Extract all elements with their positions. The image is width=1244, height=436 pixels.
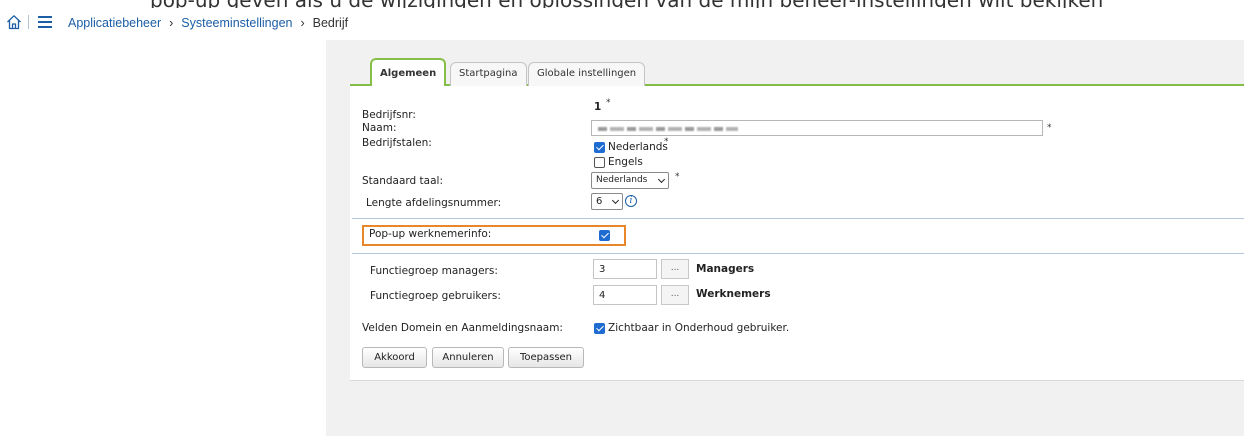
button-label: Akkoord bbox=[374, 352, 415, 363]
managers-group-label: Functiegroep managers: bbox=[370, 265, 498, 277]
apply-button[interactable]: Toepassen bbox=[508, 347, 584, 368]
cropped-header-strip: pop-up geven als u de wijzigingen en opl… bbox=[0, 0, 1244, 8]
company-languages-label: Bedrijfstalen: bbox=[362, 137, 432, 149]
toolbar-divider bbox=[28, 15, 29, 29]
home-icon[interactable] bbox=[6, 14, 22, 30]
popup-employee-info-checkbox[interactable] bbox=[599, 230, 610, 241]
default-language-select[interactable]: Nederlands bbox=[591, 172, 669, 189]
cancel-button[interactable]: Annuleren bbox=[432, 347, 504, 368]
select-value: Nederlands bbox=[596, 175, 648, 185]
users-group-name: Werknemers bbox=[696, 288, 771, 300]
info-icon[interactable]: i bbox=[625, 195, 637, 207]
button-label: ... bbox=[670, 289, 680, 299]
section-divider bbox=[352, 253, 1244, 254]
checkbox-nederlands[interactable] bbox=[594, 142, 605, 153]
tab-label: Algemeen bbox=[380, 68, 437, 79]
default-language-label: Standaard taal: bbox=[362, 175, 443, 187]
section-divider bbox=[352, 218, 1244, 219]
domain-fields-label: Velden Domein en Aanmeldingsnaam: bbox=[362, 322, 563, 334]
popup-employee-info-label: Pop-up werknemerinfo: bbox=[369, 228, 492, 240]
dept-length-select[interactable]: 6 bbox=[591, 193, 623, 210]
button-label: ... bbox=[670, 263, 680, 273]
users-lookup-button[interactable]: ... bbox=[661, 285, 689, 305]
users-group-label: Functiegroep gebruikers: bbox=[370, 290, 501, 302]
managers-group-input[interactable]: 3 bbox=[593, 259, 657, 279]
company-nr-label: Bedrijfsnr: bbox=[362, 109, 416, 121]
language-option-label: Engels bbox=[608, 156, 643, 168]
required-mark: * bbox=[1047, 123, 1052, 133]
button-label: Toepassen bbox=[519, 352, 573, 363]
hamburger-menu-icon[interactable] bbox=[38, 16, 52, 28]
domain-fields-checkbox-label: Zichtbaar in Onderhoud gebruiker. bbox=[608, 322, 790, 334]
company-nr-value: 1 bbox=[594, 101, 602, 113]
checkbox-engels[interactable] bbox=[594, 157, 605, 168]
name-label: Naam: bbox=[362, 122, 397, 134]
chevron-down-icon bbox=[611, 196, 620, 205]
domain-fields-checkbox[interactable] bbox=[594, 323, 605, 334]
users-group-input[interactable]: 4 bbox=[593, 285, 657, 305]
tab-globale-instellingen[interactable]: Globale instellingen bbox=[528, 62, 646, 86]
name-input[interactable] bbox=[591, 120, 1043, 136]
tab-startpagina[interactable]: Startpagina bbox=[450, 62, 527, 86]
required-mark: * bbox=[675, 172, 680, 182]
required-mark: * bbox=[664, 137, 669, 147]
input-value: 3 bbox=[599, 264, 606, 275]
input-value: 4 bbox=[599, 290, 606, 301]
cropped-header-text: pop-up geven als u de wijzigingen en opl… bbox=[150, 0, 1103, 8]
button-label: Annuleren bbox=[442, 352, 494, 363]
select-value: 6 bbox=[596, 196, 603, 207]
breadcrumb-item-applicatiebeheer[interactable]: Applicatiebeheer bbox=[68, 16, 161, 30]
tab-label: Globale instellingen bbox=[537, 68, 637, 79]
breadcrumb-separator: › bbox=[169, 16, 174, 30]
managers-group-name: Managers bbox=[696, 263, 755, 275]
tab-label: Startpagina bbox=[459, 68, 518, 79]
tab-algemeen[interactable]: Algemeen bbox=[370, 58, 447, 86]
top-navigation-bar: Applicatiebeheer › Systeeminstellingen › Bed… bbox=[0, 10, 1244, 36]
ok-button[interactable]: Akkoord bbox=[362, 347, 427, 368]
breadcrumb: Applicatiebeheer › Systeeminstellingen › Bed… bbox=[68, 16, 348, 30]
breadcrumb-current: Bedrijf bbox=[312, 16, 349, 30]
managers-lookup-button[interactable]: ... bbox=[661, 259, 689, 279]
required-mark: * bbox=[606, 98, 611, 108]
chevron-down-icon bbox=[657, 175, 666, 184]
redacted-text bbox=[598, 127, 738, 131]
breadcrumb-item-systeeminstellingen[interactable]: Systeeminstellingen bbox=[181, 16, 292, 30]
dept-length-label: Lengte afdelingsnummer: bbox=[366, 197, 502, 209]
breadcrumb-separator: › bbox=[300, 16, 305, 30]
language-option-label: Nederlands bbox=[608, 141, 668, 153]
